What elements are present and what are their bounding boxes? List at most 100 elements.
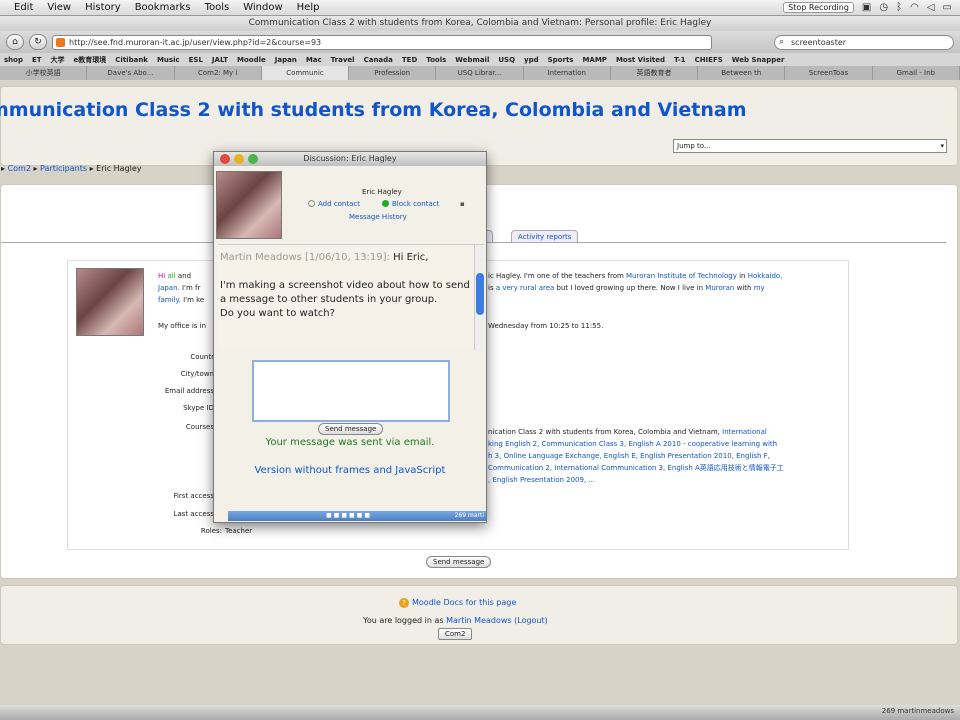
block-contact-link[interactable]: Block contact [382,200,439,208]
bookmark-item[interactable]: TED [402,56,417,64]
menu-window[interactable]: Window [243,2,282,13]
browser-tab[interactable]: Com2: My i [175,66,262,80]
bookmark-item[interactable]: Mac [306,56,322,64]
menu-bar: Edit View History Bookmarks Tools Window… [0,0,960,16]
breadcrumb-course-link[interactable]: Com2 [8,164,31,173]
menu-edit[interactable]: Edit [14,2,33,13]
url-bar[interactable]: http://see.fnd.muroran-it.ac.jp/user/vie… [52,34,712,50]
add-contact-icon [308,200,315,207]
chat-scrollbar[interactable] [474,245,484,350]
menu-bookmarks[interactable]: Bookmarks [135,2,191,13]
moodle-docs-link[interactable]: ? Moodle Docs for this page [399,598,516,608]
bookmark-item[interactable]: ET [32,56,42,64]
browser-tab[interactable]: ScreenToas [785,66,873,80]
browser-toolbar: ⌂ ↻ http://see.fnd.muroran-it.ac.jp/user… [0,31,960,53]
popup-send-button[interactable]: Send message [318,423,384,435]
clock-icon[interactable]: ◷ [879,2,888,13]
my-family-link[interactable]: my [754,284,765,292]
user-link[interactable]: Martin Meadows [446,616,511,625]
course-link[interactable]: king English 2, Communication Class 3, E… [488,440,777,448]
bookmark-item[interactable]: Webmail [455,56,489,64]
add-contact-link[interactable]: Add contact [308,200,360,208]
rural-area-link[interactable]: a very rural area [496,284,554,292]
menu-help[interactable]: Help [297,2,320,13]
zoom-icon[interactable] [248,154,258,164]
battery-icon[interactable]: ▭ [943,2,952,13]
browser-tab[interactable]: 小学校英語 [0,66,88,80]
breadcrumb-participants-link[interactable]: Participants [40,164,87,173]
breadcrumb: ▸ Com2 ▸ Participants ▸ Eric Hagley [1,164,142,173]
japan-link[interactable]: Japan. [158,284,180,292]
scrollbar-thumb[interactable] [476,273,484,315]
bookmark-item[interactable]: Tools [426,56,446,64]
bookmark-item[interactable]: Travel [331,56,355,64]
bookmark-item[interactable]: Citibank [115,56,148,64]
courses-list: nication Class 2 with students from Kore… [488,426,848,486]
bookmark-item[interactable]: T-1 [674,56,686,64]
briefcase-icon[interactable]: ▣ [862,2,871,13]
bookmark-item[interactable]: Moodle [237,56,266,64]
hokkaido-link[interactable]: Hokkaido, [748,272,783,280]
close-icon[interactable] [220,154,230,164]
home-icon[interactable]: ⌂ [6,34,24,50]
block-contact-text: Block contact [392,200,440,208]
bluetooth-icon[interactable]: ᛒ [896,2,902,13]
bookmark-item[interactable]: USQ [498,56,515,64]
muroran-link[interactable]: Muroran [705,284,734,292]
menu-history[interactable]: History [85,2,121,13]
course-link[interactable]: , English Presentation 2009, ... [488,476,595,484]
browser-tab-active[interactable]: Communic [261,66,350,80]
message-history-link[interactable]: Message History [349,213,407,221]
bookmark-item[interactable]: JALT [212,56,228,64]
message-sender: Martin Meadows [1/06/10, 13:19]: [220,252,390,263]
jump-to-select[interactable]: Jump to... ▾ [673,139,947,153]
popup-title: Discussion: Eric Hagley [303,154,397,163]
bookmark-item[interactable]: ypd [524,56,539,64]
bookmark-item[interactable]: 大学 [51,55,65,65]
bookmark-item[interactable]: Music [157,56,180,64]
muroran-it-link[interactable]: Muroran Institute of Technology [626,272,737,280]
menu-view[interactable]: View [47,2,71,13]
no-frames-link[interactable]: Version without frames and JavaScript [214,465,486,476]
reload-icon[interactable]: ↻ [29,34,47,50]
logout-link[interactable]: (Logout) [514,616,548,625]
status-dots: ■■■■■■ [326,512,373,519]
browser-tab[interactable]: Internation [524,66,611,80]
bookmark-item[interactable]: Canada [364,56,393,64]
stop-recording-button[interactable]: Stop Recording [783,2,854,13]
help-icon: ? [399,598,409,608]
bookmark-item[interactable]: MAMP [582,56,606,64]
bookmark-item[interactable]: e教育環境 [74,55,107,65]
bookmark-item[interactable]: Most Visited [616,56,665,64]
browser-tab[interactable]: Gmail - Inb [873,66,960,80]
office-left: My office is in [158,322,207,330]
family-link[interactable]: family. [158,296,181,304]
popup-status-bar: ■■■■■■ 269 marti [228,511,486,521]
label-first-access: First access [173,492,214,500]
bookmark-item[interactable]: CHIEFS [695,56,723,64]
send-message-button[interactable]: Send message [426,556,492,568]
bookmark-item[interactable]: Sports [548,56,574,64]
course-link[interactable]: h 3, Online Language Exchange, English E… [488,452,770,460]
wifi-icon[interactable]: ◠ [910,2,919,13]
bookmark-item[interactable]: ESL [189,56,203,64]
bookmark-item[interactable]: shop [4,56,23,64]
course-link[interactable]: Communication 2, International Communica… [488,464,784,472]
popup-titlebar: Discussion: Eric Hagley [214,152,486,166]
bookmark-item[interactable]: Web Snapper [732,56,785,64]
browser-tab[interactable]: 英語教育者 [611,66,699,80]
bookmark-item[interactable]: Japan [275,56,297,64]
browser-tab[interactable]: USQ Librar... [436,66,524,80]
course-home-button[interactable]: Com2 [438,628,473,640]
message-input[interactable] [252,360,450,422]
volume-icon[interactable]: ◁ [927,2,935,13]
browser-tab[interactable]: Profession [349,66,437,80]
browser-tab[interactable]: Between th [698,66,786,80]
search-input[interactable]: ⌕ screentoaster [774,34,954,50]
menu-tools[interactable]: Tools [205,2,230,13]
trash-icon[interactable]: ▪ [460,200,465,208]
minimize-icon[interactable] [234,154,244,164]
course-link[interactable]: International [722,428,767,436]
chevron-down-icon: ▾ [940,142,944,150]
browser-tab[interactable]: Dave's Abo... [87,66,175,80]
